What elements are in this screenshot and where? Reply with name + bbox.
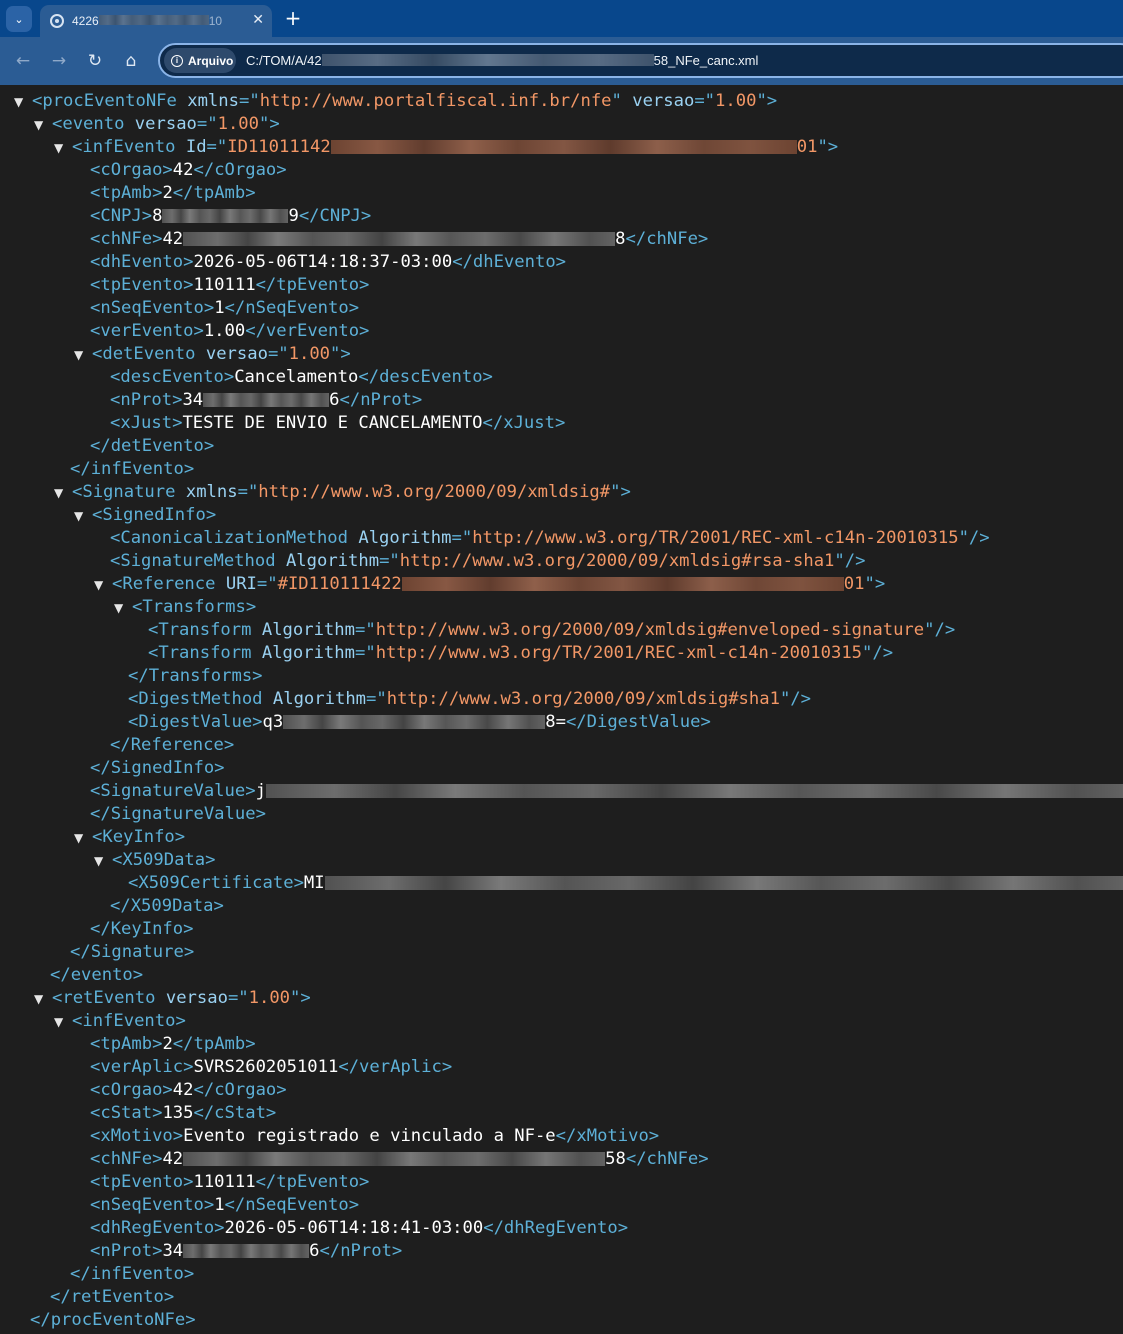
collapse-triangle-icon[interactable]: ▼ xyxy=(34,114,52,137)
collapse-triangle-icon[interactable]: ▼ xyxy=(94,574,112,597)
xml-line: <nSeqEvento>1</nSeqEvento> xyxy=(90,298,360,318)
xml-line: <X509Certificate>MI xyxy=(128,872,1123,895)
xml-line: <cOrgao>42</cOrgao> xyxy=(90,1080,287,1100)
xml-line: ▼ <Reference URI="#ID110111422 01"> xyxy=(94,573,885,596)
collapse-triangle-icon[interactable]: ▼ xyxy=(54,1011,72,1034)
xml-line: ▼ <Transforms> xyxy=(114,596,256,619)
xml-line: </evento> xyxy=(50,965,144,985)
xml-line: </Signature> xyxy=(70,942,195,962)
collapse-triangle-icon[interactable]: ▼ xyxy=(14,91,32,114)
reload-icon: ↻ xyxy=(87,51,103,71)
xml-line: ▼ <KeyInfo> xyxy=(74,826,185,849)
chip-label: Arquivo xyxy=(188,53,234,68)
xml-line: <tpAmb>2</tpAmb> xyxy=(90,1034,256,1054)
xml-line: ▼ <retEvento versao="1.00"> xyxy=(34,987,311,1010)
back-button[interactable]: ← xyxy=(10,48,36,74)
xml-line: ▼ <Signature xmlns="http://www.w3.org/200… xyxy=(54,481,631,504)
browser-tab[interactable]: 4226 10 ✕ xyxy=(40,5,272,37)
home-button[interactable]: ⌂ xyxy=(118,48,144,74)
xml-line: <verAplic>SVRS2602051011</verAplic> xyxy=(90,1057,453,1077)
collapse-triangle-icon[interactable]: ▼ xyxy=(54,137,72,160)
xml-line: <CanonicalizationMethod Algorithm="http:… xyxy=(110,528,990,548)
xml-line: <SignatureValue>j xyxy=(90,780,1123,803)
collapse-triangle-icon[interactable]: ▼ xyxy=(114,597,132,620)
collapse-triangle-icon[interactable]: ▼ xyxy=(74,505,92,528)
xml-line: <Transform Algorithm="http://www.w3.org/… xyxy=(148,620,956,640)
xml-line: </procEventoNFe> xyxy=(30,1310,196,1330)
xml-line: <nProt>34 6</nProt> xyxy=(110,390,423,410)
site-info-chip[interactable]: i Arquivo xyxy=(164,48,236,73)
tab-strip: ⌄ 4226 10 ✕ + xyxy=(0,0,1123,37)
tab-title: 4226 10 xyxy=(72,14,223,28)
arrow-right-icon: → xyxy=(51,51,67,71)
arrow-left-icon: ← xyxy=(15,51,31,71)
xml-line: <tpEvento>110111</tpEvento> xyxy=(90,1172,370,1192)
xml-line: ▼ <SignedInfo> xyxy=(74,504,216,527)
xml-line: <chNFe>42 8</chNFe> xyxy=(90,229,709,249)
xml-line: <dhEvento>2026-05-06T14:18:37-03:00</dhE… xyxy=(90,252,567,272)
xml-line: <SignatureMethod Algorithm="http://www.w… xyxy=(110,551,866,571)
browser-toolbar: ← → ↻ ⌂ i Arquivo C:/TOM/A/42 58_NFe_canc… xyxy=(0,37,1123,85)
xml-line: </KeyInfo> xyxy=(90,919,194,939)
xml-line: <Transform Algorithm="http://www.w3.org/… xyxy=(148,643,894,663)
xml-line: </SignedInfo> xyxy=(90,758,225,778)
xml-line: ▼ <infEvento Id="ID11011142 01"> xyxy=(54,136,838,159)
info-icon: i xyxy=(171,54,183,67)
xml-line: <DigestValue>q3 8=</DigestValue> xyxy=(128,712,711,732)
xml-line: <nSeqEvento>1</nSeqEvento> xyxy=(90,1195,360,1215)
xml-line: </infEvento> xyxy=(70,1264,195,1284)
xml-line: ▼ <procEventoNFe xmlns="http://www.portal… xyxy=(14,90,777,113)
home-icon: ⌂ xyxy=(125,51,137,71)
xml-line: <CNPJ>8 9</CNPJ> xyxy=(90,206,372,226)
xml-line: <verEvento>1.00</verEvento> xyxy=(90,321,370,341)
collapse-triangle-icon[interactable]: ▼ xyxy=(54,482,72,505)
chevron-down-icon: ⌄ xyxy=(14,12,24,26)
xml-line: </retEvento> xyxy=(50,1287,175,1307)
close-icon[interactable]: ✕ xyxy=(252,12,264,28)
xml-line: <tpAmb>2</tpAmb> xyxy=(90,183,256,203)
xml-line: </infEvento> xyxy=(70,459,195,479)
xml-line: ▼ <evento versao="1.00"> xyxy=(34,113,280,136)
xml-line: <cOrgao>42</cOrgao> xyxy=(90,160,287,180)
globe-icon xyxy=(50,14,64,28)
collapse-triangle-icon[interactable]: ▼ xyxy=(74,344,92,367)
xml-line: </SignatureValue> xyxy=(90,804,266,824)
xml-line: <xJust>TESTE DE ENVIO E CANCELAMENTO</xJ… xyxy=(110,413,566,433)
tab-search-button[interactable]: ⌄ xyxy=(6,6,32,32)
collapse-triangle-icon[interactable]: ▼ xyxy=(94,850,112,873)
xml-line: <cStat>135</cStat> xyxy=(90,1103,277,1123)
xml-line: <xMotivo>Evento registrado e vinculado a… xyxy=(90,1126,660,1146)
url-text[interactable]: C:/TOM/A/42 58_NFe_canc.xml xyxy=(246,53,758,68)
address-bar[interactable]: i Arquivo C:/TOM/A/42 58_NFe_canc.xml xyxy=(158,43,1123,78)
xml-line: </detEvento> xyxy=(90,436,215,456)
new-tab-button[interactable]: + xyxy=(282,5,304,31)
xml-viewer: ▼ <procEventoNFe xmlns="http://www.portal… xyxy=(0,85,1123,1334)
xml-line: </Transforms> xyxy=(128,666,263,686)
xml-line: ▼ <infEvento> xyxy=(54,1010,186,1033)
collapse-triangle-icon[interactable]: ▼ xyxy=(74,827,92,850)
collapse-triangle-icon[interactable]: ▼ xyxy=(34,988,52,1011)
xml-line: ▼ <X509Data> xyxy=(94,849,215,872)
forward-button[interactable]: → xyxy=(46,48,72,74)
reload-button[interactable]: ↻ xyxy=(82,48,108,74)
xml-line: <tpEvento>110111</tpEvento> xyxy=(90,275,370,295)
xml-line: <nProt>34 6</nProt> xyxy=(90,1241,403,1261)
xml-line: <descEvento>Cancelamento</descEvento> xyxy=(110,367,493,387)
xml-line: </Reference> xyxy=(110,735,235,755)
xml-line: <chNFe>42 58</chNFe> xyxy=(90,1149,709,1169)
xml-line: <DigestMethod Algorithm="http://www.w3.o… xyxy=(128,689,811,709)
xml-line: <dhRegEvento>2026-05-06T14:18:41-03:00</… xyxy=(90,1218,629,1238)
xml-line: ▼ <detEvento versao="1.00"> xyxy=(74,343,351,366)
xml-line: </X509Data> xyxy=(110,896,224,916)
